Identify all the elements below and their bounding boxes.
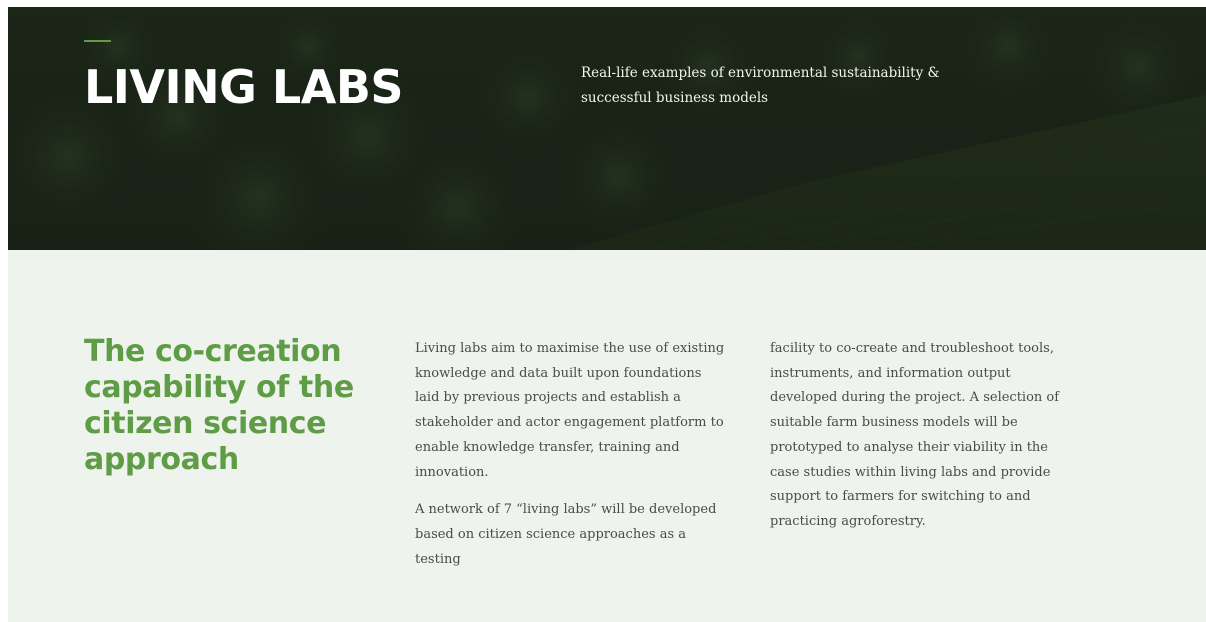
- text-column-left: Living labs aim to maximise the use of e…: [415, 337, 727, 585]
- text-column-right: facility to co-create and troubleshoot t…: [770, 337, 1080, 548]
- content-section: The co-creation capability of the citize…: [8, 250, 1206, 622]
- body-paragraph: A network of 7 “living labs” will be dev…: [415, 502, 717, 567]
- hero-background-image: [8, 7, 1206, 250]
- page-title: LIVING LABS: [84, 60, 404, 114]
- title-accent-line: [84, 40, 111, 42]
- body-paragraph: Living labs aim to maximise the use of e…: [415, 341, 725, 480]
- hero-subtitle: Real-life examples of environmental sust…: [581, 65, 940, 106]
- section-heading: The co-creation capability of the citize…: [84, 334, 354, 477]
- hero-banner: LIVING LABS Real-life examples of enviro…: [8, 7, 1206, 250]
- body-paragraph: facility to co-create and troubleshoot t…: [770, 341, 1060, 529]
- page: LIVING LABS Real-life examples of enviro…: [8, 7, 1206, 622]
